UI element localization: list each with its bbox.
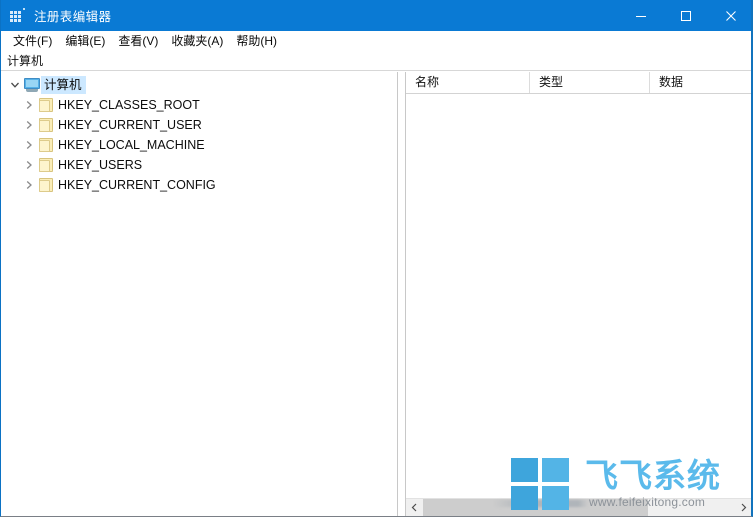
registry-tree: 计算机 HKEY_CLASSES_ROOT HKEY_CURRENT_USER … <box>1 72 397 195</box>
folder-icon <box>38 158 55 172</box>
scroll-left-icon[interactable] <box>406 499 423 516</box>
maximize-button[interactable] <box>663 0 708 31</box>
horizontal-scrollbar[interactable] <box>406 498 751 516</box>
tree-item-computer[interactable]: 计算机 <box>1 75 397 95</box>
tree-item-hkey-local-machine[interactable]: HKEY_LOCAL_MACHINE <box>1 135 397 155</box>
menu-item-edit[interactable]: 编辑(E) <box>59 32 112 50</box>
registry-grid-icon <box>10 7 26 24</box>
folder-icon <box>38 98 55 112</box>
content-area: 计算机 HKEY_CLASSES_ROOT HKEY_CURRENT_USER … <box>1 72 751 516</box>
scroll-right-icon[interactable] <box>735 499 751 516</box>
menu-item-help[interactable]: 帮助(H) <box>230 32 284 50</box>
tree-item-hkey-current-config[interactable]: HKEY_CURRENT_CONFIG <box>1 175 397 195</box>
menu-item-favorites[interactable]: 收藏夹(A) <box>165 32 230 50</box>
column-header-type[interactable]: 类型 <box>530 72 650 93</box>
folder-icon <box>38 138 55 152</box>
menu-bar: 文件(F) 编辑(E) 查看(V) 收藏夹(A) 帮助(H) <box>1 31 751 51</box>
chevron-right-icon[interactable] <box>21 137 37 153</box>
address-bar[interactable]: 计算机 <box>1 51 751 71</box>
chevron-right-icon[interactable] <box>21 157 37 173</box>
tree-item-label: HKEY_LOCAL_MACHINE <box>58 138 205 152</box>
tree-item-label: HKEY_USERS <box>58 158 143 172</box>
chevron-right-icon[interactable] <box>21 117 37 133</box>
tree-item-label: HKEY_CURRENT_USER <box>58 118 202 132</box>
scrollbar-thumb[interactable] <box>423 499 648 516</box>
value-list-header: 名称 类型 数据 <box>406 72 751 94</box>
tree-item-label: HKEY_CURRENT_CONFIG <box>58 178 216 192</box>
minimize-button[interactable] <box>618 0 663 31</box>
registry-editor-window: 注册表编辑器 文件(F) 编辑(E) 查看(V) 收藏夹(A) 帮助(H) 计算… <box>0 0 753 517</box>
tree-item-hkey-users[interactable]: HKEY_USERS <box>1 155 397 175</box>
column-header-data[interactable]: 数据 <box>650 72 751 93</box>
title-bar[interactable]: 注册表编辑器 <box>1 0 751 31</box>
computer-icon <box>24 77 41 93</box>
chevron-down-icon[interactable] <box>7 77 23 93</box>
menu-item-file[interactable]: 文件(F) <box>7 32 59 50</box>
chevron-right-icon[interactable] <box>21 97 37 113</box>
scrollbar-track[interactable] <box>423 499 735 516</box>
close-button[interactable] <box>708 0 751 31</box>
pane-splitter[interactable] <box>398 72 406 516</box>
column-header-name[interactable]: 名称 <box>406 72 530 93</box>
tree-item-label: 计算机 <box>41 76 86 94</box>
folder-icon <box>38 178 55 192</box>
value-list-pane: 名称 类型 数据 <box>406 72 751 516</box>
window-controls <box>618 0 751 31</box>
folder-icon <box>38 118 55 132</box>
window-title: 注册表编辑器 <box>34 10 112 24</box>
tree-item-hkey-current-user[interactable]: HKEY_CURRENT_USER <box>1 115 397 135</box>
tree-item-hkey-classes-root[interactable]: HKEY_CLASSES_ROOT <box>1 95 397 115</box>
chevron-right-icon[interactable] <box>21 177 37 193</box>
menu-item-view[interactable]: 查看(V) <box>112 32 165 50</box>
value-list-body[interactable] <box>406 94 751 494</box>
key-tree-pane: 计算机 HKEY_CLASSES_ROOT HKEY_CURRENT_USER … <box>1 72 398 516</box>
address-path: 计算机 <box>7 53 44 68</box>
tree-item-label: HKEY_CLASSES_ROOT <box>58 98 200 112</box>
